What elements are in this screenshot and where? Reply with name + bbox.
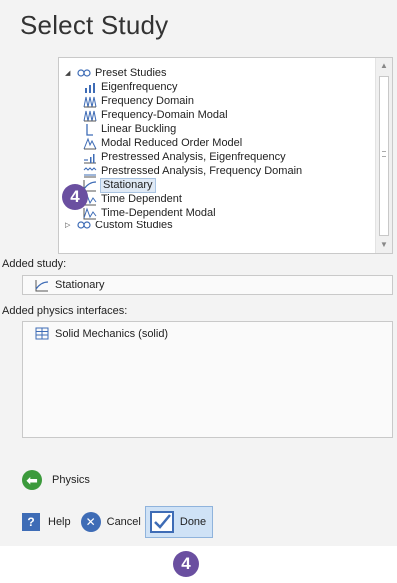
tree-item-frequency-domain-modal[interactable]: Frequency-Domain Modal	[83, 109, 228, 122]
physics-button-label: Physics	[52, 474, 90, 486]
physics-back-button[interactable]: ⬅ Physics	[22, 470, 90, 490]
collapse-arrow-icon[interactable]: ◢	[65, 67, 73, 80]
added-physics-label: Added physics interfaces:	[2, 305, 128, 317]
tree-item-label: Frequency-Domain Modal	[101, 109, 228, 121]
added-study-label: Added study:	[2, 258, 67, 270]
physics-item-label: Solid Mechanics (solid)	[55, 327, 169, 340]
prestressed-freq-icon	[83, 165, 97, 178]
scroll-thumb[interactable]	[379, 76, 389, 236]
help-button-label[interactable]: Help	[48, 516, 71, 528]
stationary-icon	[35, 279, 49, 292]
tree-item-stationary[interactable]: Stationary	[83, 178, 156, 193]
tree-item-linear-buckling[interactable]: Linear Buckling	[83, 123, 176, 136]
tree-item-label: Prestressed Analysis, Frequency Domain	[101, 165, 303, 177]
scroll-grip-icon	[382, 151, 386, 157]
page-title: Select Study	[20, 10, 169, 40]
custom-studies-icon	[77, 221, 91, 229]
tree-item-label: Frequency Domain	[101, 95, 194, 107]
tree-item-modal-reduced-order-model[interactable]: Modal Reduced Order Model	[83, 137, 242, 150]
done-button[interactable]: Done	[144, 506, 214, 538]
tree-item-label: Linear Buckling	[101, 123, 177, 135]
study-tree[interactable]: ◢ Preset Studies Eigenfrequency Frequenc…	[58, 57, 393, 254]
added-physics-list: Solid Mechanics (solid)	[22, 321, 393, 438]
tree-item-prestressed-eigenfrequency[interactable]: Prestressed Analysis, Eigenfrequency	[83, 151, 286, 164]
prestressed-eigen-icon	[83, 151, 97, 164]
tree-scrollbar[interactable]: ▲ ▼	[375, 58, 392, 253]
tree-item-time-dependent-modal[interactable]: Time-Dependent Modal	[83, 207, 216, 220]
expand-arrow-icon[interactable]: ▷	[65, 221, 73, 229]
tree-item-frequency-domain[interactable]: Frequency Domain	[83, 95, 194, 108]
time-dependent-modal-icon	[83, 207, 97, 220]
eigenfrequency-icon	[83, 81, 97, 94]
cancel-button-label[interactable]: Cancel	[107, 516, 141, 528]
physics-item-solid-mechanics: Solid Mechanics (solid)	[35, 327, 168, 340]
tree-root-preset-studies[interactable]: ◢ Preset Studies	[65, 67, 167, 80]
frequency-domain-icon	[83, 95, 97, 108]
arrow-left-icon: ⬅	[22, 470, 42, 490]
tree-item-time-dependent[interactable]: Time Dependent	[83, 193, 182, 206]
tree-root-custom-studies[interactable]: ▷ Custom Studies	[65, 221, 173, 229]
tree-item-label: Prestressed Analysis, Eigenfrequency	[101, 151, 286, 163]
tree-root-label: Preset Studies	[95, 67, 167, 79]
preset-studies-icon	[77, 67, 91, 80]
tree-item-eigenfrequency[interactable]: Eigenfrequency	[83, 81, 177, 94]
dialog-footer: ? Help ✕ Cancel Done	[22, 506, 214, 538]
done-button-label: Done	[179, 516, 207, 528]
linear-buckling-icon	[83, 123, 97, 136]
tree-item-label: Time Dependent	[101, 193, 182, 205]
modal-reduced-icon	[83, 137, 97, 150]
cancel-icon[interactable]: ✕	[80, 512, 101, 532]
tree-item-label: Eigenfrequency	[101, 81, 178, 93]
tree-item-label: Stationary	[100, 178, 156, 193]
tree-item-prestressed-frequency-domain[interactable]: Prestressed Analysis, Frequency Domain	[83, 165, 302, 178]
added-study-value: Stationary	[55, 279, 105, 291]
scroll-up-arrow-icon[interactable]: ▲	[376, 58, 392, 74]
scroll-down-arrow-icon[interactable]: ▼	[376, 237, 392, 253]
select-study-panel: Select Study ◢ Preset Studies Eigenfrequ…	[0, 0, 397, 546]
help-icon[interactable]: ?	[22, 513, 40, 531]
step-badge-tree: 4	[62, 184, 88, 210]
solid-mechanics-icon	[35, 327, 49, 340]
tree-partial-label: Custom Studies	[95, 221, 173, 229]
tree-item-label: Time-Dependent Modal	[101, 207, 216, 219]
frequency-domain-modal-icon	[83, 109, 97, 122]
step-badge-footer: 4	[173, 551, 199, 577]
done-check-icon	[149, 511, 174, 533]
tree-item-label: Modal Reduced Order Model	[101, 137, 243, 149]
added-study-field: Stationary	[22, 275, 393, 295]
